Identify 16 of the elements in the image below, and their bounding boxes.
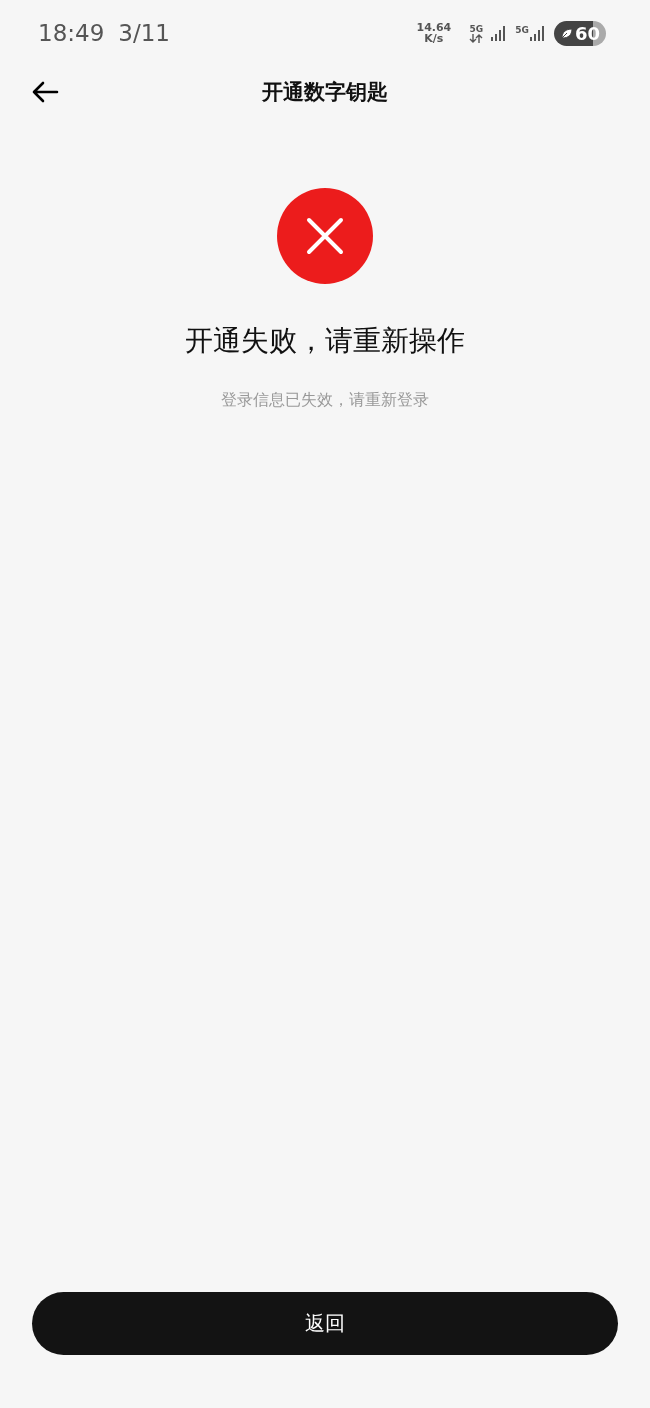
network-speed: 14.64 [416,22,452,33]
status-time: 18:49 [38,20,105,46]
network-speed-unit: K/s [424,33,444,44]
page-title: 开通数字钥匙 [262,79,388,106]
signal-icon [529,25,546,41]
back-button[interactable]: 返回 [32,1292,618,1355]
status-date: 3/11 [118,20,170,46]
battery-indicator: 60 [553,20,606,46]
network-type: 5G [515,25,529,35]
signal-icon [491,25,508,41]
leaf-icon [559,26,573,40]
network-type: 5G [469,23,484,34]
back-arrow-icon[interactable] [31,80,59,104]
result-message: 登录信息已失效，请重新登录 [221,390,429,411]
result-title: 开通失败，请重新操作 [185,323,465,359]
data-arrows-icon [469,33,484,43]
